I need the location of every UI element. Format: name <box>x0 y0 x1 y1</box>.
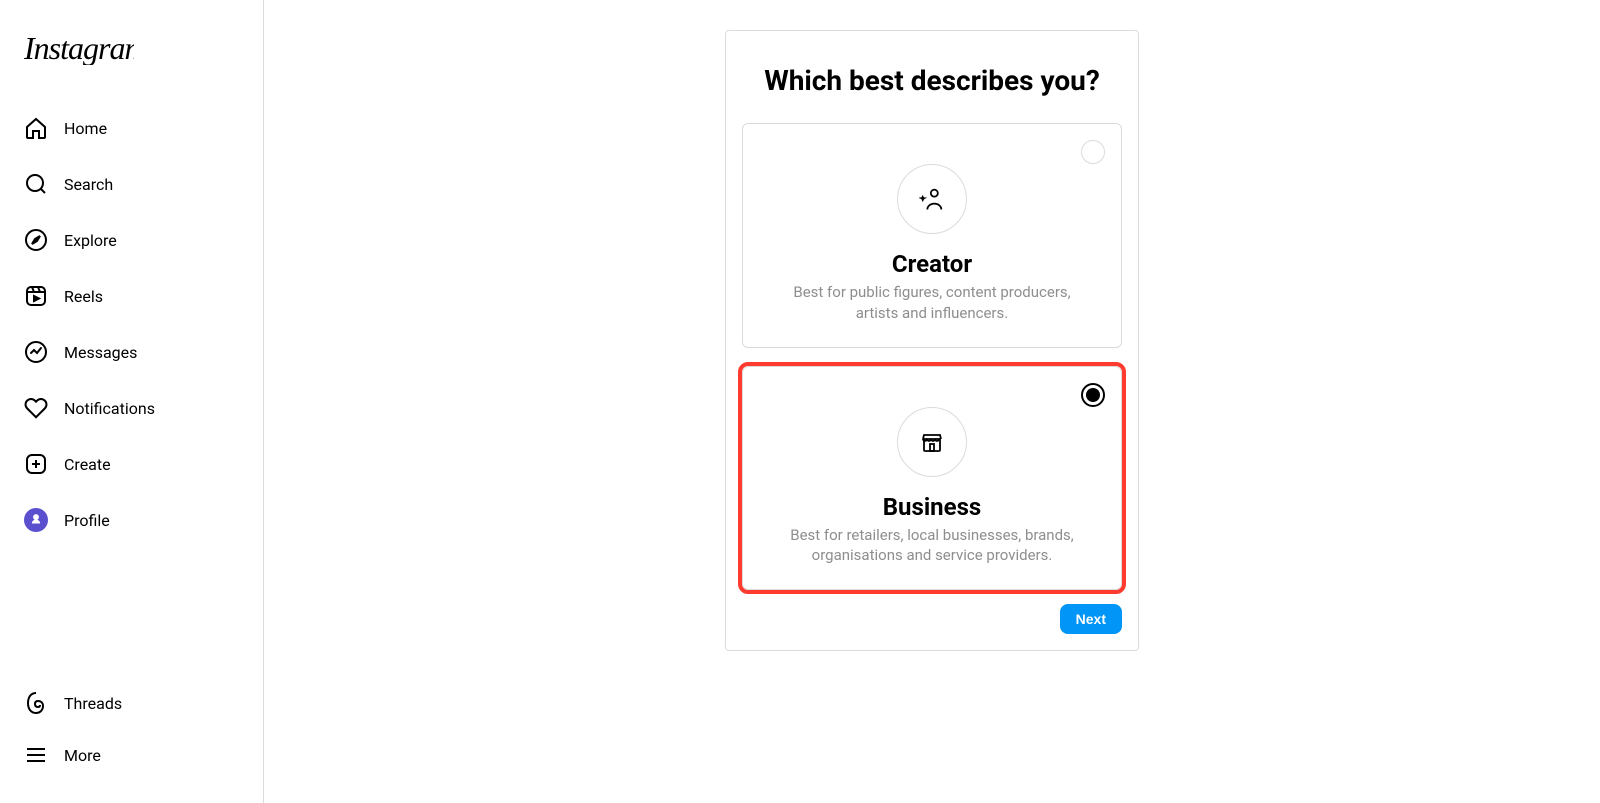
sidebar-item-label: Explore <box>64 231 117 250</box>
explore-icon <box>24 228 48 252</box>
home-icon <box>24 116 48 140</box>
sidebar: Instagram Home Search Explore R <box>0 0 264 803</box>
button-row: Next <box>742 604 1122 634</box>
svg-text:Instagram: Instagram <box>24 33 134 65</box>
bottom-nav: Threads More <box>12 675 251 783</box>
next-button[interactable]: Next <box>1060 604 1122 634</box>
option-creator[interactable]: Creator Best for public figures, content… <box>742 123 1122 348</box>
option-desc: Best for public figures, content produce… <box>759 282 1105 331</box>
option-title: Business <box>759 493 1105 521</box>
profile-icon <box>24 508 48 532</box>
reels-icon <box>24 284 48 308</box>
sidebar-item-explore[interactable]: Explore <box>12 216 251 264</box>
sidebar-item-label: Profile <box>64 511 110 530</box>
sidebar-item-profile[interactable]: Profile <box>12 496 251 544</box>
sidebar-item-label: Search <box>64 175 113 194</box>
more-icon <box>24 743 48 767</box>
sidebar-item-notifications[interactable]: Notifications <box>12 384 251 432</box>
threads-icon <box>24 691 48 715</box>
sidebar-item-label: Messages <box>64 343 137 362</box>
avatar <box>24 508 48 532</box>
account-type-card: Which best describes you? Creator Best f… <box>725 30 1139 651</box>
sidebar-item-search[interactable]: Search <box>12 160 251 208</box>
sidebar-item-home[interactable]: Home <box>12 104 251 152</box>
nav: Home Search Explore Reels Messages <box>12 100 251 548</box>
sidebar-item-messages[interactable]: Messages <box>12 328 251 376</box>
sidebar-item-label: Reels <box>64 287 103 306</box>
main: Which best describes you? Creator Best f… <box>264 0 1600 803</box>
instagram-logo: Instagram <box>24 33 239 65</box>
card-title: Which best describes you? <box>752 63 1112 99</box>
notifications-icon <box>24 396 48 420</box>
sidebar-item-threads[interactable]: Threads <box>12 679 251 727</box>
radio-inner <box>1086 388 1100 402</box>
sidebar-item-label: Create <box>64 455 111 474</box>
radio-business[interactable] <box>1081 383 1105 407</box>
messages-icon <box>24 340 48 364</box>
option-title: Creator <box>759 250 1105 278</box>
option-desc: Best for retailers, local businesses, br… <box>759 525 1105 574</box>
business-icon <box>897 407 967 477</box>
sidebar-item-more[interactable]: More <box>12 731 251 779</box>
creator-icon <box>897 164 967 234</box>
sidebar-item-reels[interactable]: Reels <box>12 272 251 320</box>
sidebar-item-label: More <box>64 746 101 765</box>
sidebar-item-label: Notifications <box>64 399 155 418</box>
sidebar-item-label: Home <box>64 119 107 138</box>
create-icon <box>24 452 48 476</box>
radio-creator[interactable] <box>1081 140 1105 164</box>
sidebar-item-label: Threads <box>64 694 122 713</box>
option-business[interactable]: Business Best for retailers, local busin… <box>742 366 1122 591</box>
sidebar-item-create[interactable]: Create <box>12 440 251 488</box>
logo-wrap[interactable]: Instagram <box>12 8 251 81</box>
search-icon <box>24 172 48 196</box>
